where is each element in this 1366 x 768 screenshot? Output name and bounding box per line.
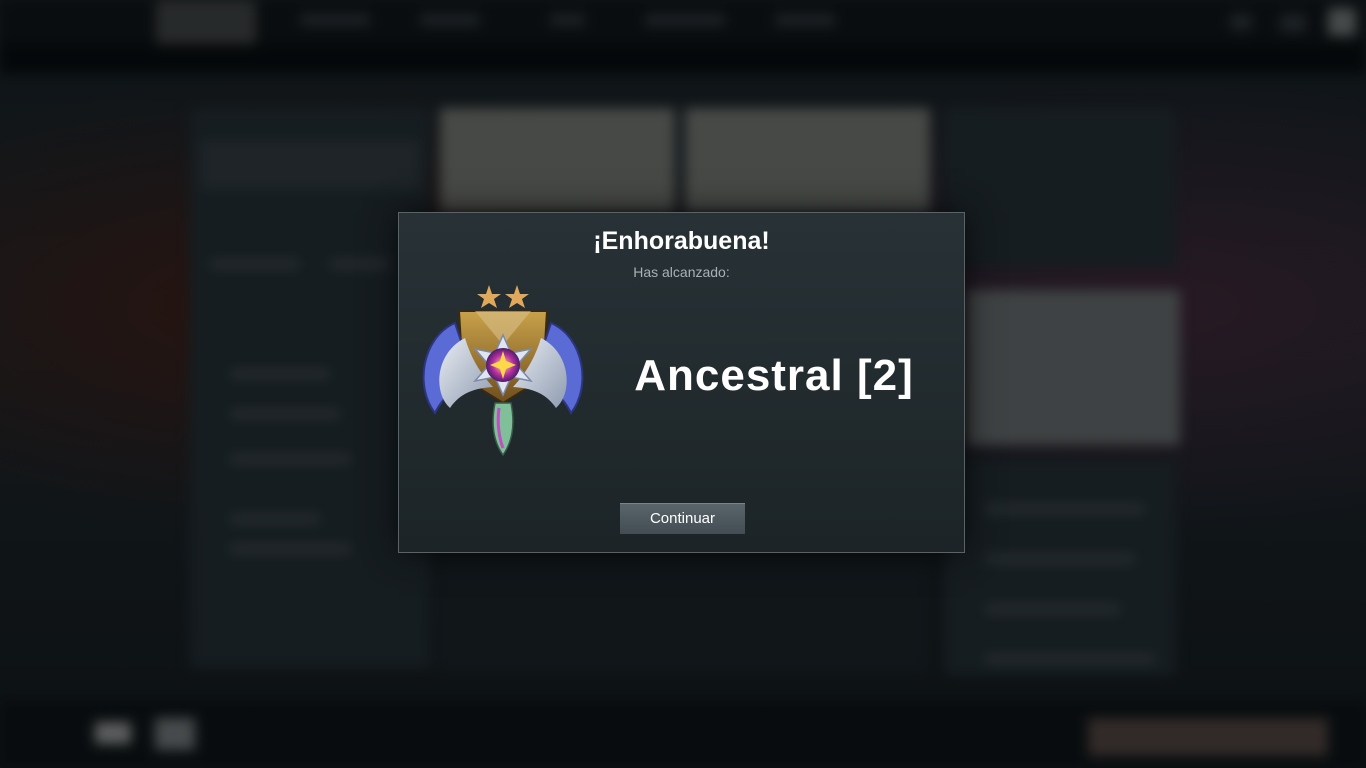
continue-button[interactable]: Continuar: [620, 503, 745, 534]
dialog-title: ¡Enhorabuena!: [593, 227, 770, 255]
rank-star-icon: [477, 285, 529, 308]
ancestral-medal-icon: [422, 285, 584, 457]
rank-up-dialog: ¡Enhorabuena! Has alcanzado: Ancestral […: [398, 212, 965, 553]
rank-name: Ancestral [2]: [634, 351, 914, 400]
dialog-subtitle: Has alcanzado:: [633, 264, 730, 280]
